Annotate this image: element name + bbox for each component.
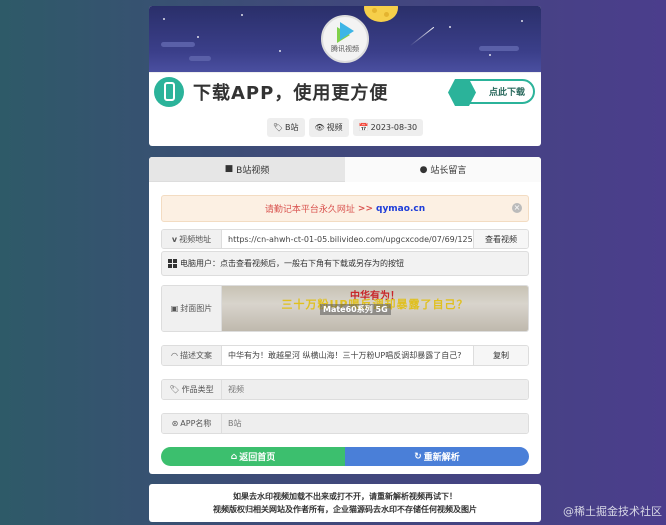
back-home-label: 返回首页 bbox=[239, 453, 276, 463]
moon bbox=[364, 6, 398, 22]
work-type-label: 🏷 作品类型 bbox=[162, 380, 222, 399]
eye-icon: 👁 bbox=[314, 122, 325, 132]
label-text: 描述文案 bbox=[179, 351, 212, 360]
star bbox=[521, 20, 523, 22]
star bbox=[241, 14, 243, 16]
footer-line-2: 视频版权归相关网站及作者所有，企业猫源码去水印不存储任何视频及图片 bbox=[213, 505, 477, 514]
video-url-input[interactable]: https://cn-ahwh-ct-01-05.bilivideo.com/u… bbox=[222, 230, 473, 248]
tab-label: B站视频 bbox=[236, 165, 270, 176]
image-icon: ▣ bbox=[170, 304, 179, 313]
download-button-label: 点此下载 bbox=[488, 88, 525, 98]
back-home-button[interactable]: ⌂ 返回首页 bbox=[161, 447, 345, 466]
download-button[interactable]: 点此下载 bbox=[448, 79, 535, 106]
video-url-label: v 视频地址 bbox=[162, 230, 222, 248]
reparse-label: 重新解析 bbox=[423, 453, 460, 463]
app-download-banner[interactable]: 下载APP，使用更方便 点此下载 bbox=[149, 72, 541, 110]
cover-image-label: ▣ 封面图片 bbox=[162, 286, 222, 331]
date-label: 2023-08-30 bbox=[370, 122, 418, 132]
description-row: ◠ 描述文案 中华有为！敢越星河 纵横山海！三十万粉UP唱反调却暴露了自己? 复… bbox=[161, 345, 529, 366]
work-type-field: 视频 bbox=[222, 380, 528, 399]
vimeo-icon: v bbox=[171, 234, 178, 244]
cloud bbox=[189, 56, 211, 61]
compass-icon: ⊛ bbox=[171, 419, 179, 428]
notice-text: 请勤记本平台永久网址 bbox=[264, 205, 355, 215]
footer-card: 如果去水印视频加载不出来或打不开，请重新解析视频再试下！ 视频版权归相关网站及作… bbox=[149, 484, 541, 522]
category-chip: 🏷 B站 bbox=[266, 117, 305, 137]
star bbox=[163, 18, 165, 20]
type-chip: 👁 视频 bbox=[308, 117, 349, 137]
headphones-icon: ◠ bbox=[171, 351, 178, 360]
tab-bilibili-video[interactable]: ■ B站视频 bbox=[149, 157, 345, 182]
tab-webmaster-message[interactable]: ● 站长留言 bbox=[345, 157, 541, 182]
action-buttons: ⌂ 返回首页 ↻ 重新解析 bbox=[161, 447, 529, 466]
phone-icon bbox=[154, 76, 184, 107]
star bbox=[279, 50, 281, 52]
app-name-field: B站 bbox=[222, 414, 528, 433]
refresh-icon: ↻ bbox=[414, 451, 422, 462]
calendar-icon: 📅 bbox=[358, 122, 369, 132]
work-type-row: 🏷 作品类型 视频 bbox=[161, 379, 529, 400]
meteor bbox=[409, 26, 435, 47]
pc-user-tip: 电脑用户：点击查看视频后，一般右下角有下载或另存为的按钮 bbox=[161, 251, 529, 276]
cover-image[interactable]: 中华有为！ 三十万粉UP喝反调却暴露了自己？ Mate60系列 5G bbox=[222, 286, 528, 331]
main-card: ■ B站视频 ● 站长留言 请勤记本平台永久网址 >> qymao.cn × v… bbox=[149, 157, 541, 474]
category-label: B站 bbox=[285, 122, 299, 132]
label-text: 作品类型 bbox=[181, 385, 214, 394]
tag-icon: 🏷 bbox=[272, 122, 284, 132]
watermark: @稀土掘金技术社区 bbox=[563, 505, 662, 518]
hand-pointer-icon bbox=[448, 79, 476, 106]
night-sky-banner: 腾讯视频 bbox=[149, 6, 541, 72]
label-text: 封面图片 bbox=[180, 304, 213, 313]
star bbox=[449, 26, 451, 28]
date-chip: 📅 2023-08-30 bbox=[352, 118, 424, 136]
play-icon bbox=[340, 22, 354, 40]
header-card: 腾讯视频 下载APP，使用更方便 点此下载 🏷 B站 👁 视频 📅 2023-0… bbox=[149, 6, 541, 146]
comment-icon: ● bbox=[419, 164, 428, 175]
cloud bbox=[479, 46, 519, 51]
tab-label: 站长留言 bbox=[430, 166, 467, 176]
banner-text: 下载APP，使用更方便 bbox=[193, 82, 389, 104]
type-label: 视频 bbox=[326, 122, 343, 132]
description-input[interactable]: 中华有为！敢越星河 纵横山海！三十万粉UP唱反调却暴露了自己? bbox=[222, 346, 473, 365]
star bbox=[197, 36, 199, 38]
notice-alert: 请勤记本平台永久网址 >> qymao.cn × bbox=[161, 195, 529, 222]
cover-brand-text: Mate60系列 5G bbox=[320, 304, 391, 315]
app-name-row: ⊛ APP名称 B站 bbox=[161, 413, 529, 434]
tag-icon: 🏷 bbox=[169, 385, 180, 394]
star bbox=[489, 54, 491, 56]
tab-bar: ■ B站视频 ● 站长留言 bbox=[149, 157, 541, 182]
video-icon: ■ bbox=[224, 164, 234, 174]
logo-text: 腾讯视频 bbox=[331, 45, 359, 53]
meta-chips: 🏷 B站 👁 视频 📅 2023-08-30 bbox=[149, 110, 541, 144]
cloud bbox=[161, 42, 195, 47]
cover-image-row: ▣ 封面图片 中华有为！ 三十万粉UP喝反调却暴露了自己？ Mate60系列 5… bbox=[161, 285, 529, 332]
view-video-button[interactable]: 查看视频 bbox=[473, 230, 528, 248]
notice-arrows: >> bbox=[357, 203, 373, 214]
home-icon: ⌂ bbox=[230, 451, 238, 462]
label-text: 视频地址 bbox=[179, 234, 212, 244]
notice-domain-link[interactable]: qymao.cn bbox=[376, 204, 425, 214]
tencent-video-logo: 腾讯视频 bbox=[321, 15, 369, 63]
description-label: ◠ 描述文案 bbox=[162, 346, 222, 365]
pc-tip-text: 电脑用户：点击查看视频后，一般右下角有下载或另存为的按钮 bbox=[180, 259, 404, 268]
video-url-row: v 视频地址 https://cn-ahwh-ct-01-05.bilivide… bbox=[161, 229, 529, 249]
reparse-button[interactable]: ↻ 重新解析 bbox=[345, 447, 529, 466]
footer-line-1: 如果去水印视频加载不出来或打不开，请重新解析视频再试下！ bbox=[233, 492, 457, 501]
label-text: APP名称 bbox=[180, 419, 212, 428]
windows-icon bbox=[168, 259, 177, 268]
copy-button[interactable]: 复制 bbox=[473, 346, 528, 365]
app-name-label: ⊛ APP名称 bbox=[162, 414, 222, 433]
close-icon[interactable]: × bbox=[512, 203, 522, 213]
